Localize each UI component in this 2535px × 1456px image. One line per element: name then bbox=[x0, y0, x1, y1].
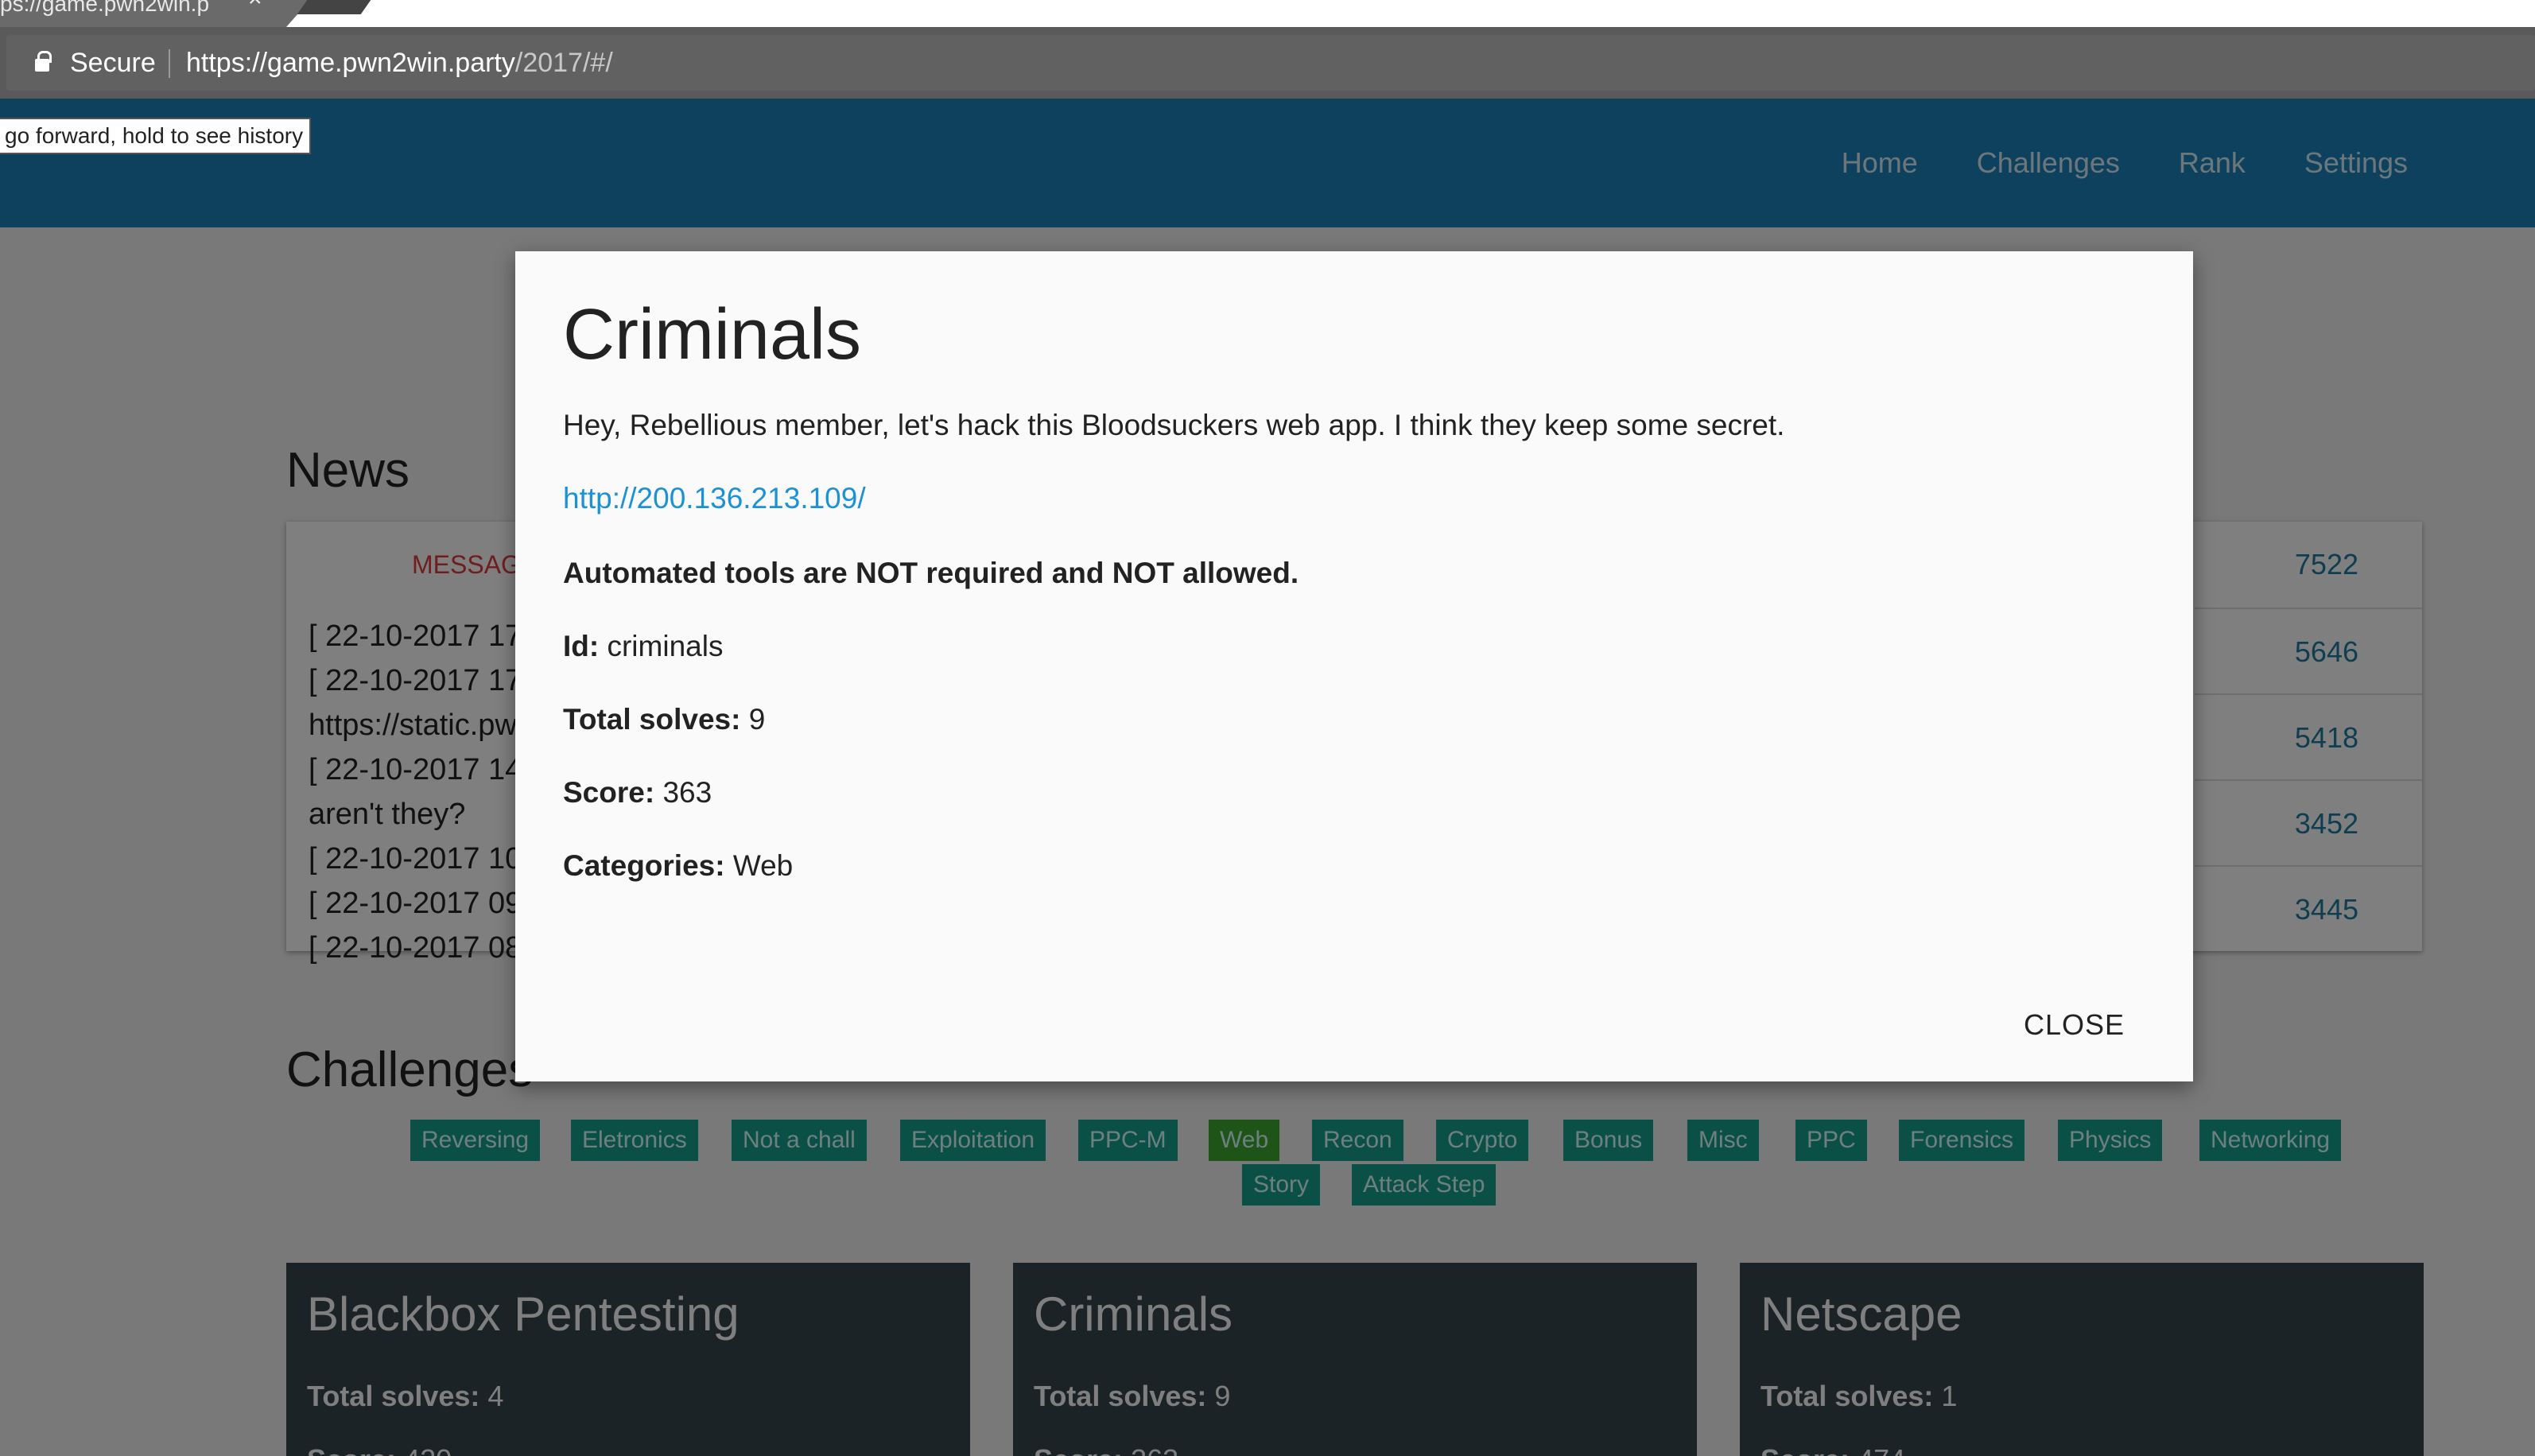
solves-label: Total solves: bbox=[563, 703, 741, 736]
solves-value: 9 bbox=[748, 703, 766, 736]
modal-id-field: Id: criminals bbox=[563, 630, 723, 663]
new-tab-button[interactable] bbox=[297, 0, 371, 14]
modal-title: Criminals bbox=[563, 295, 862, 375]
score-value: 363 bbox=[662, 776, 712, 809]
omnibox[interactable]: Secure https://game.pwn2win.party/2017/#… bbox=[6, 35, 2535, 91]
id-label: Id: bbox=[563, 630, 600, 662]
security-label[interactable]: Secure bbox=[70, 48, 156, 79]
tab-title: ps://game.pwn2win.p bbox=[0, 0, 210, 16]
modal-score-field: Score: 363 bbox=[563, 776, 712, 810]
tab-strip: ps://game.pwn2win.p × bbox=[0, 0, 2535, 27]
challenge-modal: Criminals Hey, Rebellious member, let's … bbox=[515, 251, 2193, 1081]
url-text[interactable]: https://game.pwn2win.party/2017/#/ bbox=[186, 48, 613, 79]
browser-tab[interactable]: ps://game.pwn2win.p × bbox=[0, 0, 286, 27]
url-host: https://game.pwn2win.party bbox=[186, 48, 515, 78]
close-button[interactable]: CLOSE bbox=[2024, 1008, 2125, 1042]
forward-tooltip: go forward, hold to see history bbox=[0, 118, 312, 154]
url-path: /2017/#/ bbox=[514, 48, 613, 78]
modal-warning: Automated tools are NOT required and NOT… bbox=[563, 557, 1299, 589]
lock-icon[interactable] bbox=[35, 51, 52, 72]
categories-value: Web bbox=[732, 849, 794, 882]
modal-solves-field: Total solves: 9 bbox=[563, 703, 765, 736]
score-label: Score: bbox=[563, 776, 655, 809]
tab-close-icon[interactable]: × bbox=[248, 0, 262, 11]
omnibox-separator bbox=[169, 49, 170, 78]
modal-categories-field: Categories: Web bbox=[563, 849, 793, 883]
id-value: criminals bbox=[607, 630, 724, 662]
modal-description: Hey, Rebellious member, let's hack this … bbox=[563, 409, 1785, 441]
challenge-link[interactable]: http://200.136.213.109/ bbox=[563, 482, 866, 515]
categories-label: Categories: bbox=[563, 849, 725, 882]
address-bar: Secure https://game.pwn2win.party/2017/#… bbox=[0, 27, 2535, 99]
